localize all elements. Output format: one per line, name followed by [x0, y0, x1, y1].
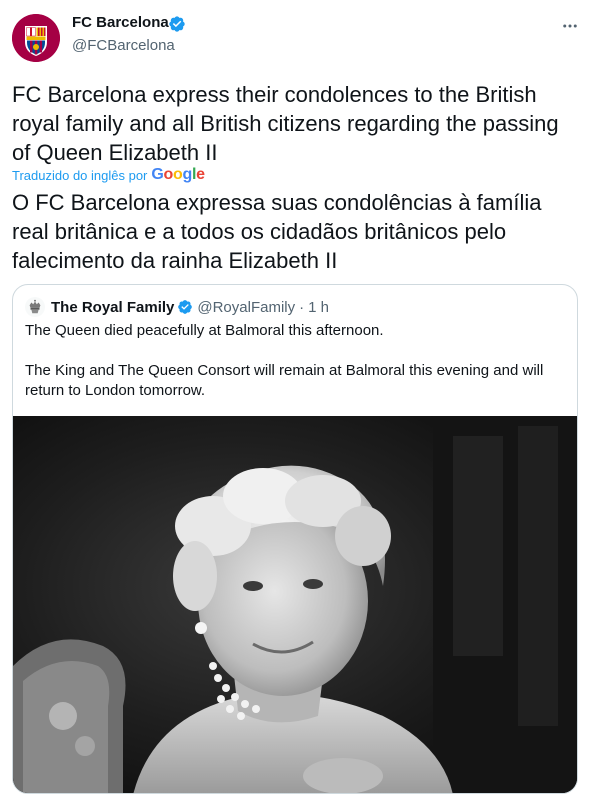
black-and-white-portrait-photo [13, 416, 577, 793]
google-letter: g [182, 166, 193, 183]
quoted-tweet-text: The Queen died peacefully at Balmoral th… [25, 322, 544, 399]
tweet-card: FC Barcelona @FCBarcelona FC Barcelona e… [0, 0, 596, 800]
translation-attribution[interactable]: Traduzido do inglês por Google [12, 166, 205, 184]
verified-badge-icon [178, 300, 193, 314]
quoted-tweet-photo[interactable] [13, 416, 577, 793]
google-logo-icon: Google [151, 166, 205, 184]
author-name[interactable]: FC Barcelona [72, 14, 169, 31]
quoted-tweet-timestamp[interactable]: 1 h [308, 299, 329, 316]
google-letter: o [163, 166, 174, 183]
royal-crest-icon [29, 299, 41, 314]
google-letter: o [173, 166, 183, 183]
tweet-original-text: FC Barcelona express their condolences t… [12, 82, 559, 165]
tweet-translated-text: O FC Barcelona expressa suas condolência… [12, 190, 542, 273]
quoted-author-handle[interactable]: @RoyalFamily [197, 299, 295, 316]
more-options-button[interactable] [560, 16, 580, 36]
quoted-tweet[interactable]: The Royal Family @RoyalFamily · 1 h The … [12, 284, 578, 794]
verified-badge-icon [169, 16, 185, 32]
fc-barcelona-crest-icon [12, 14, 60, 62]
quoted-author-name[interactable]: The Royal Family [51, 299, 174, 316]
quoted-author-avatar[interactable] [25, 297, 45, 317]
google-letter: G [151, 166, 164, 183]
author-handle[interactable]: @FCBarcelona [72, 37, 175, 54]
translation-attribution-label: Traduzido do inglês por [12, 167, 148, 183]
author-avatar[interactable] [12, 14, 60, 62]
meta-separator: · [299, 298, 305, 316]
google-letter: e [196, 166, 205, 183]
more-options-icon [563, 24, 577, 28]
quoted-tweet-header: The Royal Family @RoyalFamily · 1 h [25, 297, 329, 317]
